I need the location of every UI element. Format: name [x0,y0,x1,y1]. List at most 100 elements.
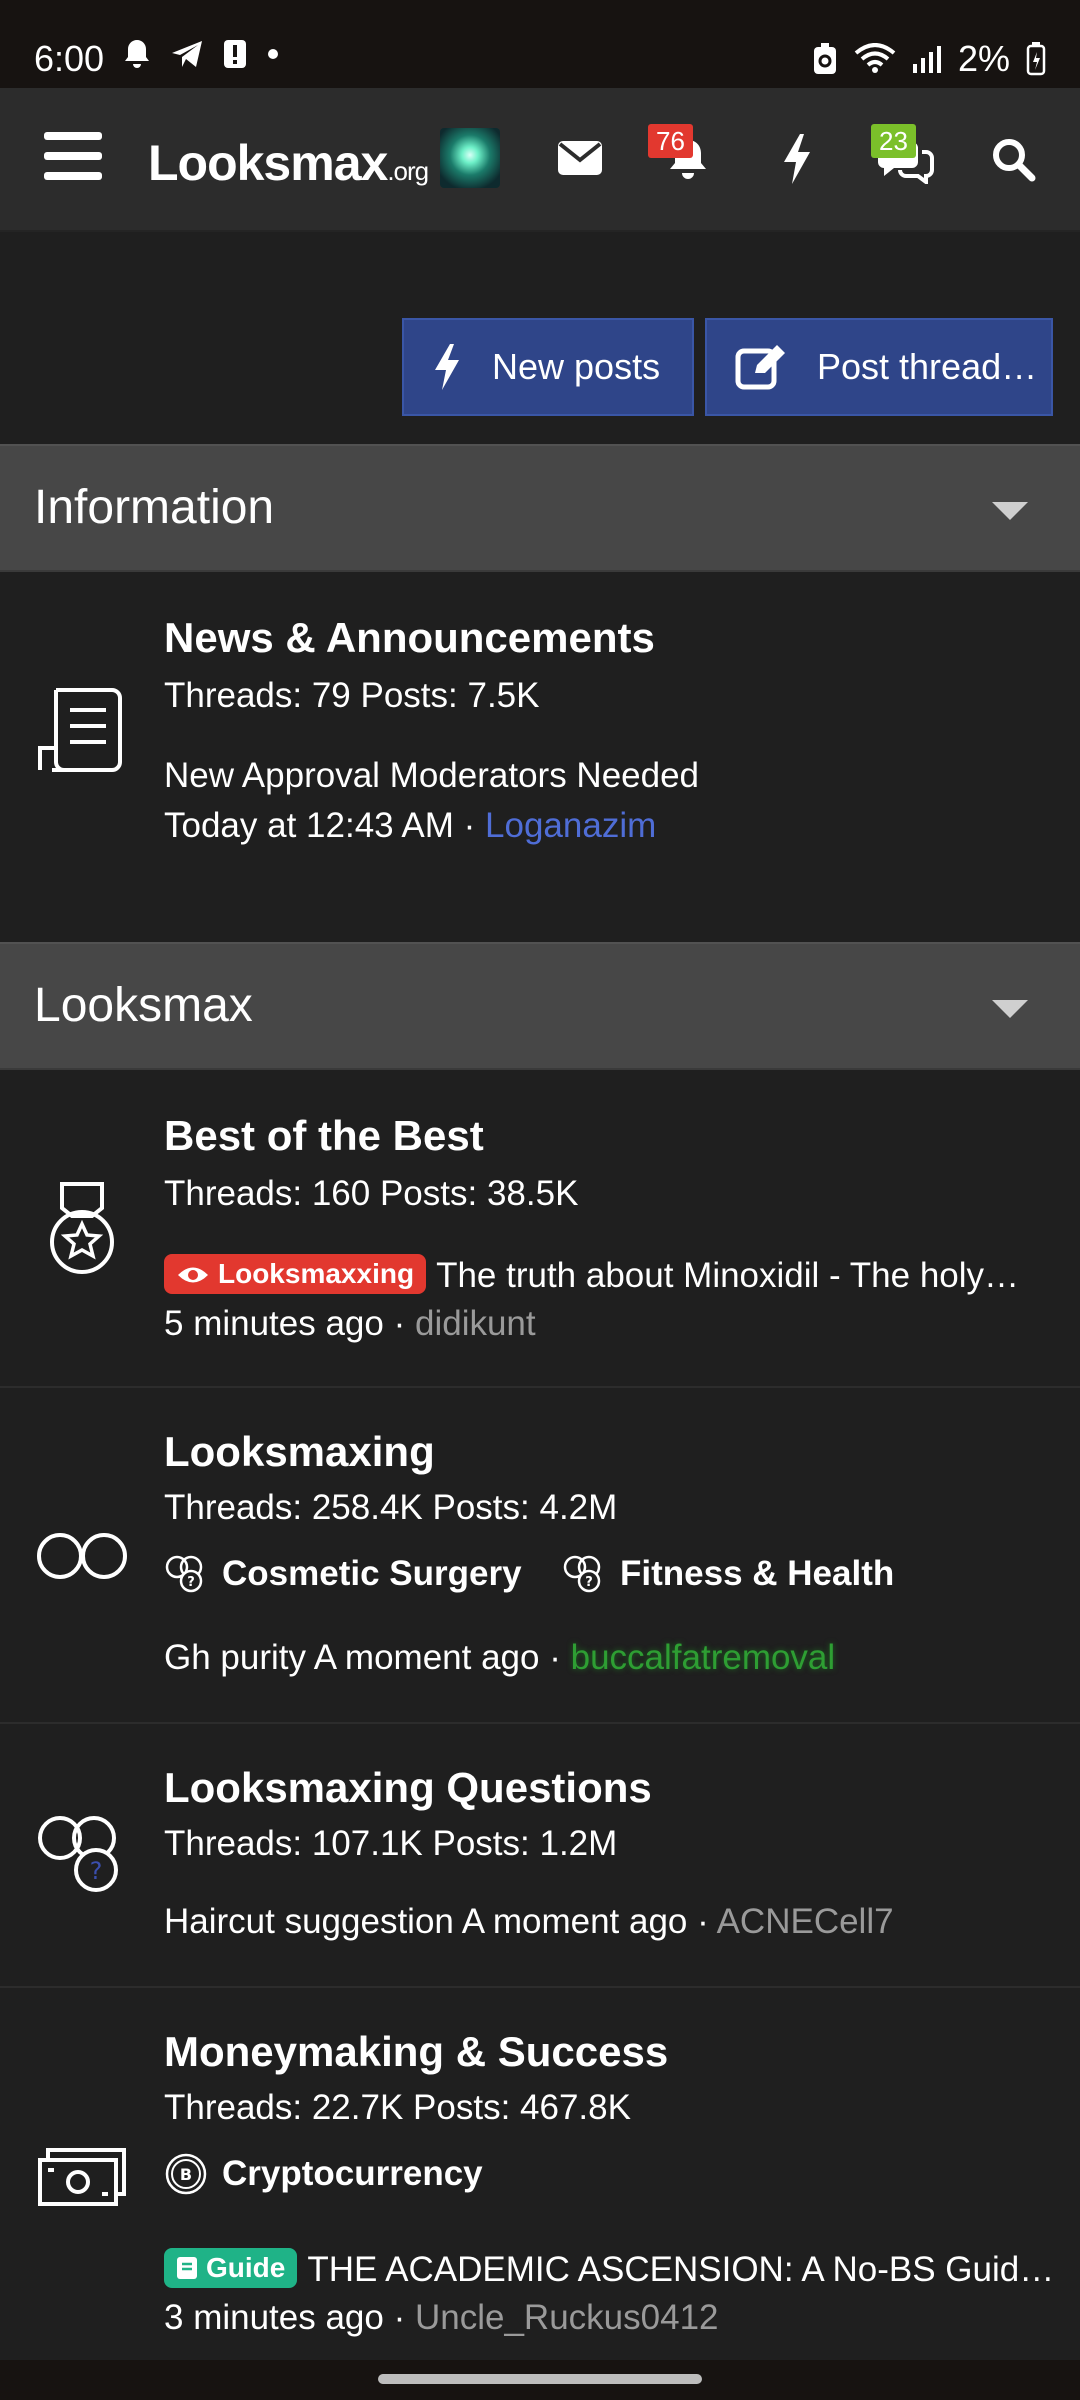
latest-time: A moment ago [461,1902,688,1941]
status-icons-left [122,38,280,70]
status-time: 6:00 [34,38,105,79]
signal-icon [912,46,941,73]
latest-user[interactable]: Uncle_Ruckus0412 [415,2298,719,2337]
forum-stats: Threads: 22.7K Posts: 467.8K [164,2088,631,2127]
subforum-label: Cosmetic Surgery [222,1554,522,1593]
forum-title[interactable]: Looksmaxing [164,1428,435,1476]
latest-user[interactable]: ACNECell7 [717,1902,894,1941]
forum-title[interactable]: Moneymaking & Success [164,2028,668,2076]
separator: · [383,2298,415,2337]
latest-thread-and-meta[interactable]: Gh purity A moment ago · buccalfatremova… [164,1638,835,1678]
post-thread-label: Post thread… [817,346,1038,387]
menu-icon[interactable] [44,132,102,186]
latest-thread-title[interactable]: New Approval Moderators Needed [164,756,699,796]
forum-stats: Threads: 79 Posts: 7.5K [164,676,540,715]
latest-user[interactable]: Loganazim [485,806,656,845]
latest-thread-title[interactable]: THE ACADEMIC ASCENSION: A No-BS Guid… [307,2250,1054,2289]
subforum-label: Fitness & Health [620,1554,895,1593]
forum-row-news[interactable]: News & Announcements Threads: 79 Posts: … [0,572,1080,944]
latest-thread-title[interactable]: Gh purity [164,1638,306,1677]
category-header-information[interactable]: Information [0,444,1080,572]
latest-time: Today at 12:43 AM [164,806,454,845]
document-icon [38,688,122,772]
subforum-icon: ? [563,1555,601,1593]
inbox-icon[interactable] [557,140,603,176]
battery-saver-icon [813,43,836,74]
logo-tld: .org [387,156,429,186]
separator: · [453,806,486,845]
forum-row-looksmaxing[interactable]: Looksmaxing Threads: 258.4K Posts: 4.2M … [0,1388,1080,1724]
new-posts-label: New posts [492,346,661,387]
bitcoin-icon: B [165,2153,207,2195]
subforum-link-cryptocurrency[interactable]: B Cryptocurrency [164,2152,483,2196]
infinity-circles-icon [37,1533,127,1579]
svg-text:B: B [180,2165,192,2184]
edit-icon [735,345,785,390]
eye-icon [178,1267,208,1283]
new-posts-button[interactable]: New posts [402,318,694,416]
collapse-caret-icon[interactable] [992,1000,1028,1018]
latest-time: 5 minutes ago [164,1304,384,1343]
battery-percent: 2% [957,38,1010,79]
wifi-icon [854,43,896,73]
forum-stats: Threads: 107.1K Posts: 1.2M [164,1824,618,1863]
alert-icon [224,40,246,68]
separator: · [383,1304,415,1343]
forum-row-best-of-the-best[interactable]: Best of the Best Threads: 160 Posts: 38.… [0,1070,1080,1388]
medal-icon [50,1182,114,1274]
svg-text:?: ? [90,1857,103,1885]
home-gesture-handle[interactable] [378,2374,702,2384]
subforum-link-fitness-health[interactable]: ? Fitness & Health [562,1554,894,1594]
latest-meta: 3 minutes ago · Uncle_Ruckus0412 [164,2298,719,2338]
book-icon [177,2257,197,2279]
alerts-badge: 76 [648,124,693,158]
post-thread-button[interactable]: Post thread… [705,318,1053,416]
whats-new-bolt-icon[interactable] [780,134,814,184]
category-header-looksmax[interactable]: Looksmax [0,942,1080,1070]
forum-title[interactable]: Looksmaxing Questions [164,1764,652,1812]
latest-thread[interactable]: Looksmaxxing The truth about Minoxidil - … [164,1254,1019,1296]
latest-thread-and-meta[interactable]: Haircut suggestion A moment ago · ACNECe… [164,1902,894,1942]
latest-user[interactable]: didikunt [415,1304,536,1343]
collapse-caret-icon[interactable] [992,502,1028,520]
dot-icon [268,49,278,59]
thread-prefix-badge[interactable]: Looksmaxxing [164,1254,427,1294]
latest-meta: Today at 12:43 AM · Loganazim [164,806,656,846]
prefix-label: Looksmaxxing [218,1258,415,1289]
thread-prefix-badge[interactable]: Guide [164,2248,298,2288]
latest-thread[interactable]: Guide THE ACADEMIC ASCENSION: A No-BS Gui… [164,2248,1054,2290]
separator: · [539,1638,571,1677]
forum-row-moneymaking[interactable]: Moneymaking & Success Threads: 22.7K Pos… [0,1988,1080,2360]
status-icons-right: 2% [812,38,1046,80]
status-bar: 6:00 2% [0,0,1080,88]
latest-thread-title[interactable]: Haircut suggestion [164,1902,454,1941]
battery-icon [1026,42,1046,76]
forum-title[interactable]: Best of the Best [164,1112,484,1160]
latest-time: A moment ago [313,1638,540,1677]
category-title: Information [34,481,275,534]
latest-meta: 5 minutes ago · didikunt [164,1304,536,1344]
separator: · [687,1902,717,1941]
site-logo[interactable]: Looksmax.org [148,134,429,192]
search-icon[interactable] [990,136,1036,182]
subforum-link-cosmetic-surgery[interactable]: ? Cosmetic Surgery [164,1554,522,1594]
forum-stats: Threads: 258.4K Posts: 4.2M [164,1488,618,1527]
money-bill-icon [38,2148,126,2206]
bell-icon [125,40,149,68]
logo-main: Looksmax [148,135,388,191]
svg-text:?: ? [585,1575,593,1590]
latest-time: 3 minutes ago [164,2298,384,2337]
forum-title[interactable]: News & Announcements [164,614,655,662]
forum-row-looksmaxing-questions[interactable]: ? Looksmaxing Questions Threads: 107.1K … [0,1724,1080,1988]
subforum-icon: ? [165,1555,203,1593]
forum-stats: Threads: 160 Posts: 38.5K [164,1174,579,1213]
conversations-badge: 23 [871,124,916,158]
latest-thread-title[interactable]: The truth about Minoxidil - The holy… [436,1256,1019,1295]
user-avatar[interactable] [440,128,500,188]
prefix-label: Guide [206,2252,286,2283]
svg-text:?: ? [187,1575,195,1590]
category-title: Looksmax [34,979,253,1032]
subforum-label: Cryptocurrency [222,2154,483,2193]
app-header: Looksmax.org 76 23 [0,88,1080,232]
latest-user[interactable]: buccalfatremoval [571,1638,836,1677]
